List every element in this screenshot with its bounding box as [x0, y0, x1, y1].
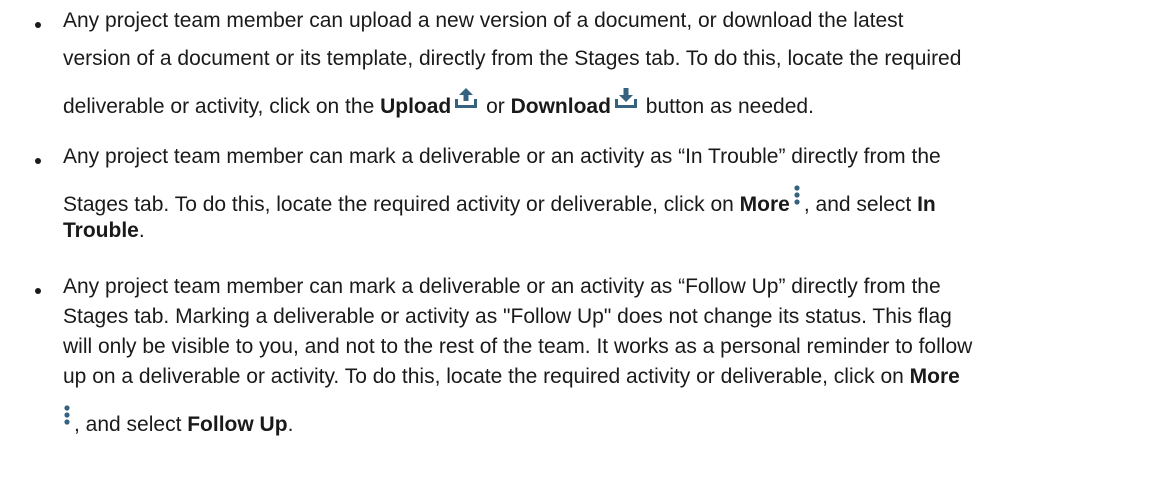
text-line: Any project team member can mark a deliv…	[63, 275, 941, 298]
text-line: will only be visible to you, and not to …	[63, 335, 973, 358]
follow-up-label: Follow Up	[187, 413, 288, 436]
text-segment: , and select	[74, 413, 188, 436]
upload-label: Upload	[380, 95, 452, 118]
download-label: Download	[510, 95, 611, 118]
text-segment: up on a deliverable or activity. To do t…	[63, 365, 910, 388]
text-line: up on a deliverable or activity. To do t…	[63, 365, 960, 389]
text-line: Stages tab. To do this, locate the requi…	[63, 185, 936, 217]
text-segment: .	[287, 413, 294, 436]
text-line: Stages tab. Marking a deliverable or act…	[63, 305, 952, 328]
more-label: More	[909, 365, 960, 388]
text-segment: deliverable or activity, click on the	[63, 95, 381, 118]
bullet-dot	[35, 288, 41, 294]
text-line: , and select Follow Up.	[63, 405, 294, 437]
text-line: Any project team member can mark a deliv…	[63, 145, 941, 168]
text-segment: Stages tab. To do this, locate the requi…	[63, 193, 740, 216]
text-segment: button as needed.	[639, 95, 814, 118]
more-icon[interactable]	[63, 405, 71, 427]
text-segment: or	[480, 95, 511, 118]
text-line: deliverable or activity, click on the Up…	[63, 88, 814, 119]
more-label: More	[739, 193, 790, 216]
text-segment: .	[138, 219, 145, 242]
trouble-label: Trouble	[63, 219, 139, 242]
text-line: Any project team member can upload a new…	[63, 9, 904, 32]
upload-icon[interactable]	[454, 87, 478, 109]
text-segment: , and select	[803, 193, 918, 216]
text-line: version of a document or its template, d…	[63, 47, 962, 70]
more-icon[interactable]	[793, 185, 801, 207]
download-icon[interactable]	[614, 87, 638, 109]
in-label: In	[917, 193, 936, 216]
bullet-dot	[35, 22, 41, 28]
help-page: Any project team member can upload a new…	[0, 0, 1173, 504]
text-line: Trouble.	[63, 219, 145, 243]
bullet-dot	[35, 158, 41, 164]
